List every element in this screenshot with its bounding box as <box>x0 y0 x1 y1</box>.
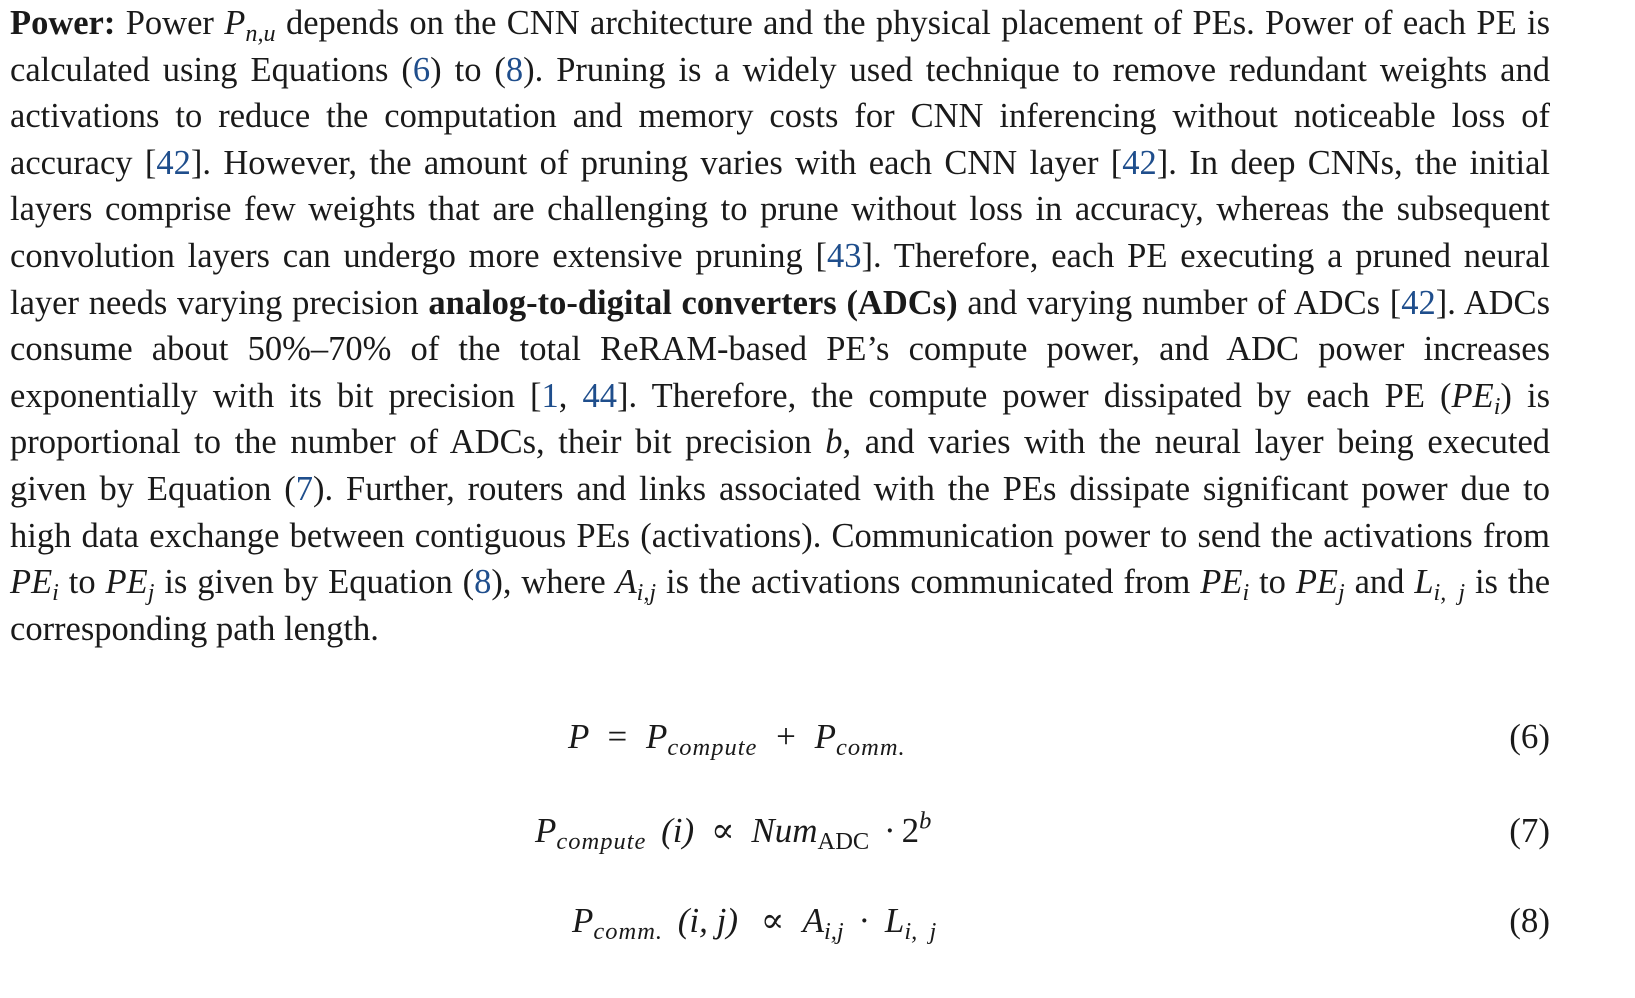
equation-7: Pcompute (i) ∝ NumADC · 2b (7) <box>0 807 1635 871</box>
power-symbol: Pn,u <box>224 4 276 47</box>
equation-body: Pcomm. (i, j) ∝ Ai,j · Li, j <box>572 901 937 945</box>
paragraph-text: and <box>1354 563 1405 602</box>
paragraph-text: is given by Equation ( <box>164 563 475 602</box>
citation-42[interactable]: 42 <box>1122 144 1157 182</box>
paragraph-text: ]. Therefore, the compute power dissipat… <box>617 376 1452 415</box>
paragraph-text: ), where <box>491 563 606 602</box>
paragraph-text: ) to ( <box>430 50 506 89</box>
equation-body: P = Pcompute + Pcomm. <box>568 717 906 761</box>
pe-i-symbol: PEi <box>1451 376 1501 420</box>
pe-i-symbol: PEi <box>10 563 59 606</box>
equation-6: P = Pcompute + Pcomm. (6) <box>0 717 1635 777</box>
adc-term: analog-to-digital converters (ADCs) <box>428 283 958 322</box>
paper-page: Power: Power Pn,u depends on the CNN arc… <box>0 0 1635 998</box>
b-symbol: b <box>825 423 843 462</box>
power-paragraph: Power: Power Pn,u depends on the CNN arc… <box>10 0 1550 652</box>
equation-ref-6[interactable]: 6 <box>413 51 430 89</box>
equation-number: (6) <box>1509 717 1550 756</box>
a-symbol: Ai,j <box>615 563 657 606</box>
equation-number: (7) <box>1509 811 1550 850</box>
paragraph-text: Power <box>125 4 214 42</box>
citation-43[interactable]: 43 <box>827 237 862 275</box>
citation-42[interactable]: 42 <box>156 144 191 182</box>
l-symbol: Li, j <box>1414 563 1466 606</box>
pe-j-symbol: PEj <box>1295 563 1345 606</box>
citation-44[interactable]: 44 <box>583 377 618 415</box>
equation-ref-7[interactable]: 7 <box>296 470 313 508</box>
paragraph-text: , <box>558 376 583 415</box>
power-label: Power: <box>10 4 116 42</box>
citation-42[interactable]: 42 <box>1401 284 1436 322</box>
equation-ref-8[interactable]: 8 <box>506 51 523 89</box>
equation-ref-8[interactable]: 8 <box>474 563 491 601</box>
paragraph-text: and varying number of ADCs [ <box>967 283 1402 322</box>
citation-1[interactable]: 1 <box>542 377 559 415</box>
paragraph-text: is the activations communicated from <box>666 563 1191 602</box>
pe-j-symbol: PEj <box>105 563 155 606</box>
paragraph-text: to <box>68 563 96 602</box>
equation-body: Pcompute (i) ∝ NumADC · 2b <box>535 807 932 855</box>
paragraph-text: to <box>1259 563 1286 602</box>
equation-number: (8) <box>1509 901 1550 940</box>
pe-i-symbol: PEi <box>1200 563 1250 606</box>
paragraph-text: ]. However, the amount of pruning varies… <box>190 143 1123 182</box>
equation-8: Pcomm. (i, j) ∝ Ai,j · Li, j (8) <box>0 901 1635 961</box>
